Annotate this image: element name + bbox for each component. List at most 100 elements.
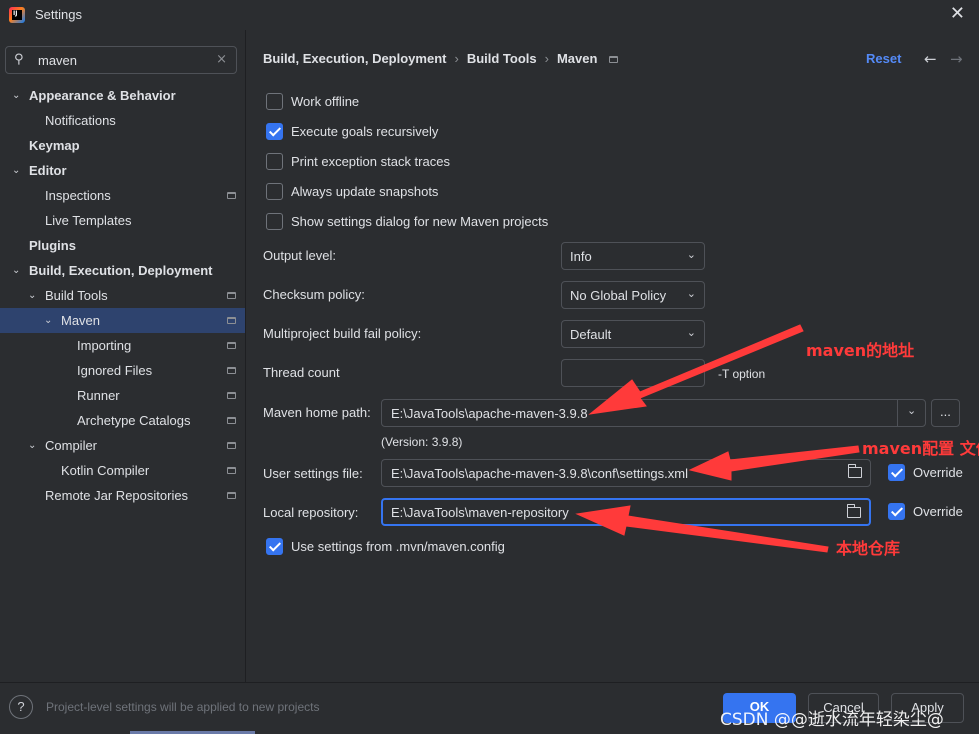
breadcrumb-separator: ›: [454, 51, 459, 66]
checkbox-label: Show settings dialog for new Maven proje…: [291, 214, 549, 229]
help-icon[interactable]: ?: [9, 695, 33, 719]
input-value: E:\JavaTools\apache-maven-3.9.8: [391, 406, 588, 421]
intellij-idea-icon: IJ: [9, 7, 25, 23]
input-value: E:\JavaTools\apache-maven-3.9.8\conf\set…: [391, 466, 688, 481]
sidebar-item-archetype-catalogs[interactable]: Archetype Catalogs: [0, 408, 245, 433]
multiproject-policy-label: Multiproject build fail policy:: [263, 326, 422, 341]
sidebar-item-kotlin-compiler[interactable]: Kotlin Compiler: [0, 458, 245, 483]
sidebar-item-importing[interactable]: Importing: [0, 333, 245, 358]
thread-count-input[interactable]: [561, 359, 705, 387]
search-input[interactable]: [38, 51, 208, 69]
sidebar-item-keymap[interactable]: Keymap: [0, 133, 245, 158]
work-offline-checkbox[interactable]: [266, 93, 283, 110]
project-scope-icon: [227, 417, 236, 424]
thread-count-label: Thread count: [263, 365, 340, 380]
dialog-footer: ? Project-level settings will be applied…: [0, 682, 979, 734]
override-checkbox[interactable]: [888, 464, 905, 481]
window-title: Settings: [35, 7, 82, 22]
reset-link[interactable]: Reset: [866, 51, 901, 66]
annotation-maven-config: maven配置 文件: [862, 439, 979, 458]
checksum-policy-label: Checksum policy:: [263, 287, 365, 302]
show-settings-checkbox[interactable]: [266, 213, 283, 230]
sidebar-item-label: Kotlin Compiler: [61, 463, 150, 478]
sidebar-item-notifications[interactable]: Notifications: [0, 108, 245, 133]
sidebar-item-build-tools[interactable]: ⌄ Build Tools: [0, 283, 245, 308]
project-scope-icon: [227, 442, 236, 449]
user-settings-input[interactable]: E:\JavaTools\apache-maven-3.9.8\conf\set…: [381, 459, 871, 487]
title-bar: IJ Settings ✕: [0, 0, 979, 30]
chevron-down-icon[interactable]: ⌄: [12, 258, 20, 283]
settings-tree: ⌄ Appearance & Behavior Notifications Keyma…: [0, 83, 245, 508]
settings-search-box[interactable]: ⚲ ×: [5, 46, 237, 74]
input-value: E:\JavaTools\maven-repository: [391, 505, 569, 520]
select-value: Info: [570, 249, 592, 264]
sidebar-item-ignored-files[interactable]: Ignored Files: [0, 358, 245, 383]
sidebar-item-inspections[interactable]: Inspections: [0, 183, 245, 208]
local-repository-input[interactable]: E:\JavaTools\maven-repository: [381, 498, 871, 526]
sidebar-item-appearance-behavior[interactable]: ⌄ Appearance & Behavior: [0, 83, 245, 108]
user-settings-label: User settings file:: [263, 466, 363, 481]
chevron-down-icon: ⌄: [907, 404, 917, 417]
sidebar-item-label: Ignored Files: [77, 363, 153, 378]
sidebar-item-remote-jar-repositories[interactable]: Remote Jar Repositories: [0, 483, 245, 508]
folder-icon[interactable]: [847, 464, 862, 478]
multiproject-policy-select[interactable]: Default ⌄: [561, 320, 705, 348]
chevron-down-icon[interactable]: ⌄: [44, 308, 52, 333]
chevron-down-icon: ⌄: [686, 326, 696, 339]
chevron-down-icon[interactable]: ⌄: [28, 283, 36, 308]
print-exception-checkbox[interactable]: [266, 153, 283, 170]
output-level-select[interactable]: Info ⌄: [561, 242, 705, 270]
sidebar-item-label: Compiler: [45, 438, 98, 453]
thread-count-suffix: -T option: [718, 367, 766, 381]
always-update-checkbox[interactable]: [266, 183, 283, 200]
breadcrumb-separator: ›: [544, 51, 549, 66]
project-scope-icon: [227, 317, 236, 324]
breadcrumb-item[interactable]: Build Tools: [467, 51, 537, 66]
sidebar-item-compiler[interactable]: ⌄ Compiler: [0, 433, 245, 458]
execute-goals-checkbox[interactable]: [266, 123, 283, 140]
sidebar-item-plugins[interactable]: Plugins: [0, 233, 245, 258]
sidebar-item-editor[interactable]: ⌄ Editor: [0, 158, 245, 183]
project-scope-icon: [227, 292, 236, 299]
use-mvn-config-checkbox[interactable]: [266, 538, 283, 555]
project-scope-icon: [227, 467, 236, 474]
chevron-down-icon: ⌄: [686, 248, 696, 261]
annotation-local-repo: 本地仓库: [836, 539, 901, 558]
sidebar-item-live-templates[interactable]: Live Templates: [0, 208, 245, 233]
chevron-down-icon[interactable]: ⌄: [12, 158, 20, 183]
clear-search-icon[interactable]: ×: [216, 52, 227, 67]
project-scope-icon: [227, 367, 236, 374]
project-scope-icon: [227, 492, 236, 499]
checkbox-label: Override: [913, 465, 963, 480]
folder-icon[interactable]: [846, 504, 861, 518]
checksum-policy-select[interactable]: No Global Policy ⌄: [561, 281, 705, 309]
sidebar-item-label: Live Templates: [45, 213, 132, 228]
breadcrumb-item[interactable]: Build, Execution, Deployment: [263, 51, 446, 66]
sidebar-item-label: Keymap: [29, 138, 80, 153]
chevron-down-icon[interactable]: ⌄: [28, 433, 36, 458]
override-checkbox[interactable]: [888, 503, 905, 520]
sidebar-item-label: Runner: [77, 388, 120, 403]
csdn-watermark: CSDN @@逝水流年轻染尘@: [720, 710, 944, 730]
sidebar-item-build-execution-deployment[interactable]: ⌄ Build, Execution, Deployment: [0, 258, 245, 283]
close-icon[interactable]: ✕: [950, 3, 965, 24]
chevron-down-icon[interactable]: ⌄: [12, 83, 20, 108]
select-value: No Global Policy: [570, 288, 667, 303]
breadcrumb: Build, Execution, Deployment › Build Tools…: [263, 51, 619, 66]
checkbox-label: Always update snapshots: [291, 184, 439, 199]
checkbox-label: Override: [913, 504, 963, 519]
annotation-maven-address: maven的地址: [806, 341, 915, 360]
forward-arrow-icon[interactable]: →: [950, 50, 963, 68]
sidebar-item-label: Archetype Catalogs: [77, 413, 191, 428]
checkbox-label: Print exception stack traces: [291, 154, 450, 169]
sidebar-item-maven[interactable]: ⌄ Maven: [0, 308, 245, 333]
back-arrow-icon[interactable]: ←: [924, 50, 937, 68]
project-scope-icon: [227, 392, 236, 399]
sidebar-item-label: Plugins: [29, 238, 76, 253]
sidebar-item-label: Build, Execution, Deployment: [29, 263, 213, 278]
settings-sidebar: ⚲ × ⌄ Appearance & Behavior Notifications K…: [0, 30, 246, 682]
maven-home-dropdown[interactable]: ⌄: [897, 399, 926, 427]
sidebar-item-runner[interactable]: Runner: [0, 383, 245, 408]
maven-home-browse-button[interactable]: ...: [931, 399, 960, 427]
maven-home-combo[interactable]: E:\JavaTools\apache-maven-3.9.8: [381, 399, 926, 427]
